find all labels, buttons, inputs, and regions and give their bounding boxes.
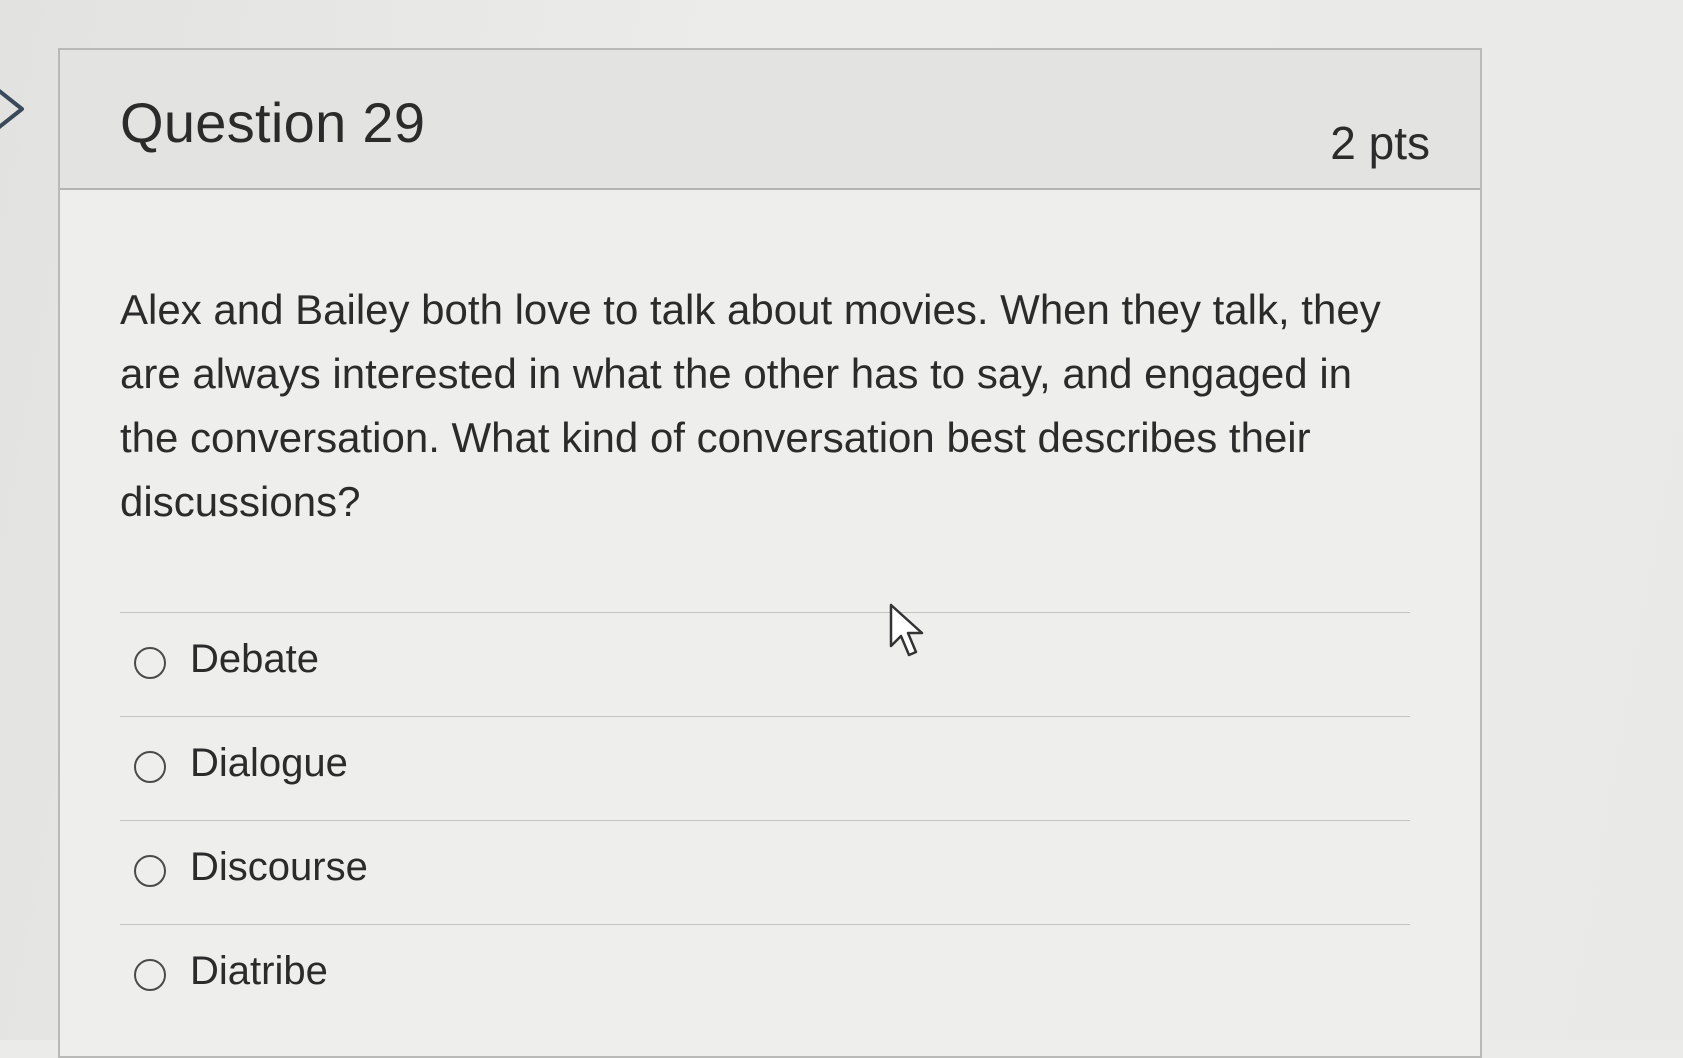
- question-text: Alex and Bailey both love to talk about …: [120, 286, 1381, 525]
- answer-label[interactable]: Discourse: [190, 845, 368, 890]
- answer-option-dialogue[interactable]: Dialogue: [120, 716, 1410, 820]
- chevron-right-icon[interactable]: [0, 86, 28, 132]
- answer-label[interactable]: Diatribe: [190, 949, 328, 994]
- answer-list: Debate Dialogue Discourse Diatribe: [120, 612, 1410, 1028]
- answer-option-diatribe[interactable]: Diatribe: [120, 924, 1410, 1028]
- answer-label[interactable]: Dialogue: [190, 741, 348, 786]
- quiz-page: Question 29 2 pts Alex and Bailey both l…: [0, 0, 1683, 1058]
- radio-button-icon[interactable]: [134, 959, 166, 991]
- radio-button-icon[interactable]: [134, 647, 166, 679]
- answer-option-discourse[interactable]: Discourse: [120, 820, 1410, 924]
- radio-button-icon[interactable]: [134, 855, 166, 887]
- question-header: Question 29 2 pts: [60, 50, 1480, 190]
- mouse-cursor-icon: [889, 603, 924, 657]
- answer-option-debate[interactable]: Debate: [120, 612, 1410, 716]
- question-card: Question 29 2 pts Alex and Bailey both l…: [58, 48, 1482, 1058]
- answer-label[interactable]: Debate: [190, 637, 319, 682]
- radio-button-icon[interactable]: [134, 751, 166, 783]
- question-points: 2 pts: [1330, 117, 1430, 169]
- question-title: Question 29: [120, 91, 426, 154]
